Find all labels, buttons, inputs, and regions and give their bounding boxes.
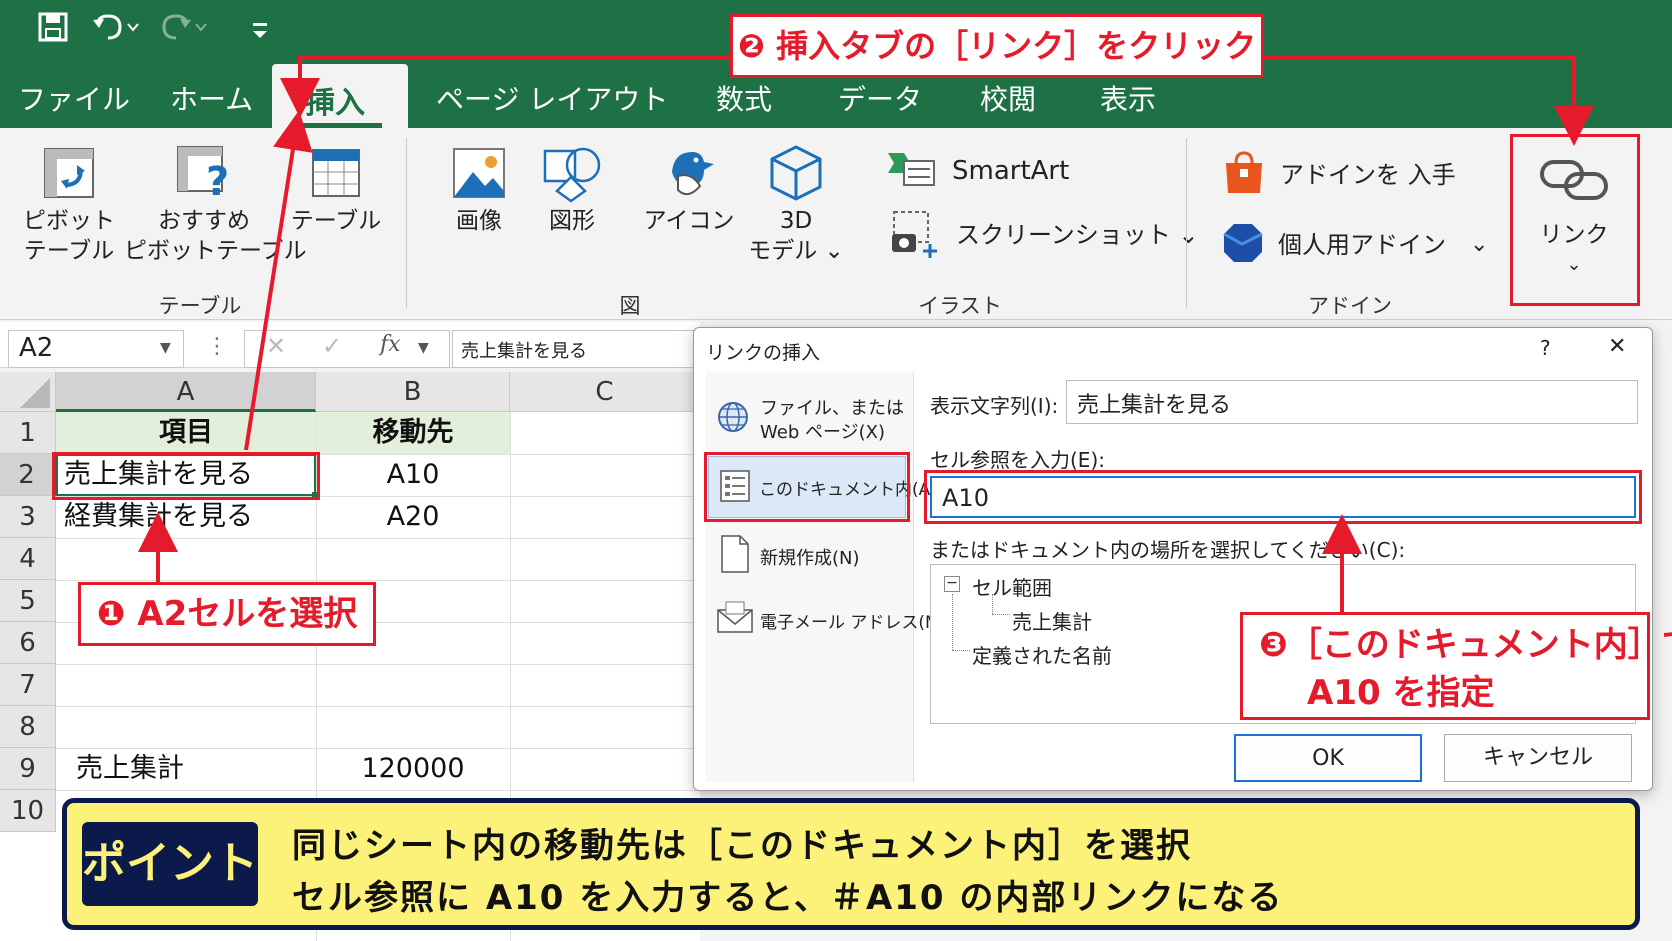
step1-callout: ❶ A2セルを選択 — [78, 582, 376, 646]
step3-callout: ❸［このドキュメント内］で A10 を指定 — [1240, 612, 1672, 720]
point-line-1: 同じシート内の移動先は［このドキュメント内］を選択 — [292, 826, 1192, 866]
step2-callout: ❷ 挿入タブの［リンク］をクリック — [730, 14, 1264, 78]
point-line-2: セル参照に A10 を入力すると、＃A10 の内部リンクになる — [292, 878, 1284, 918]
point-badge: ポイント — [82, 822, 258, 906]
